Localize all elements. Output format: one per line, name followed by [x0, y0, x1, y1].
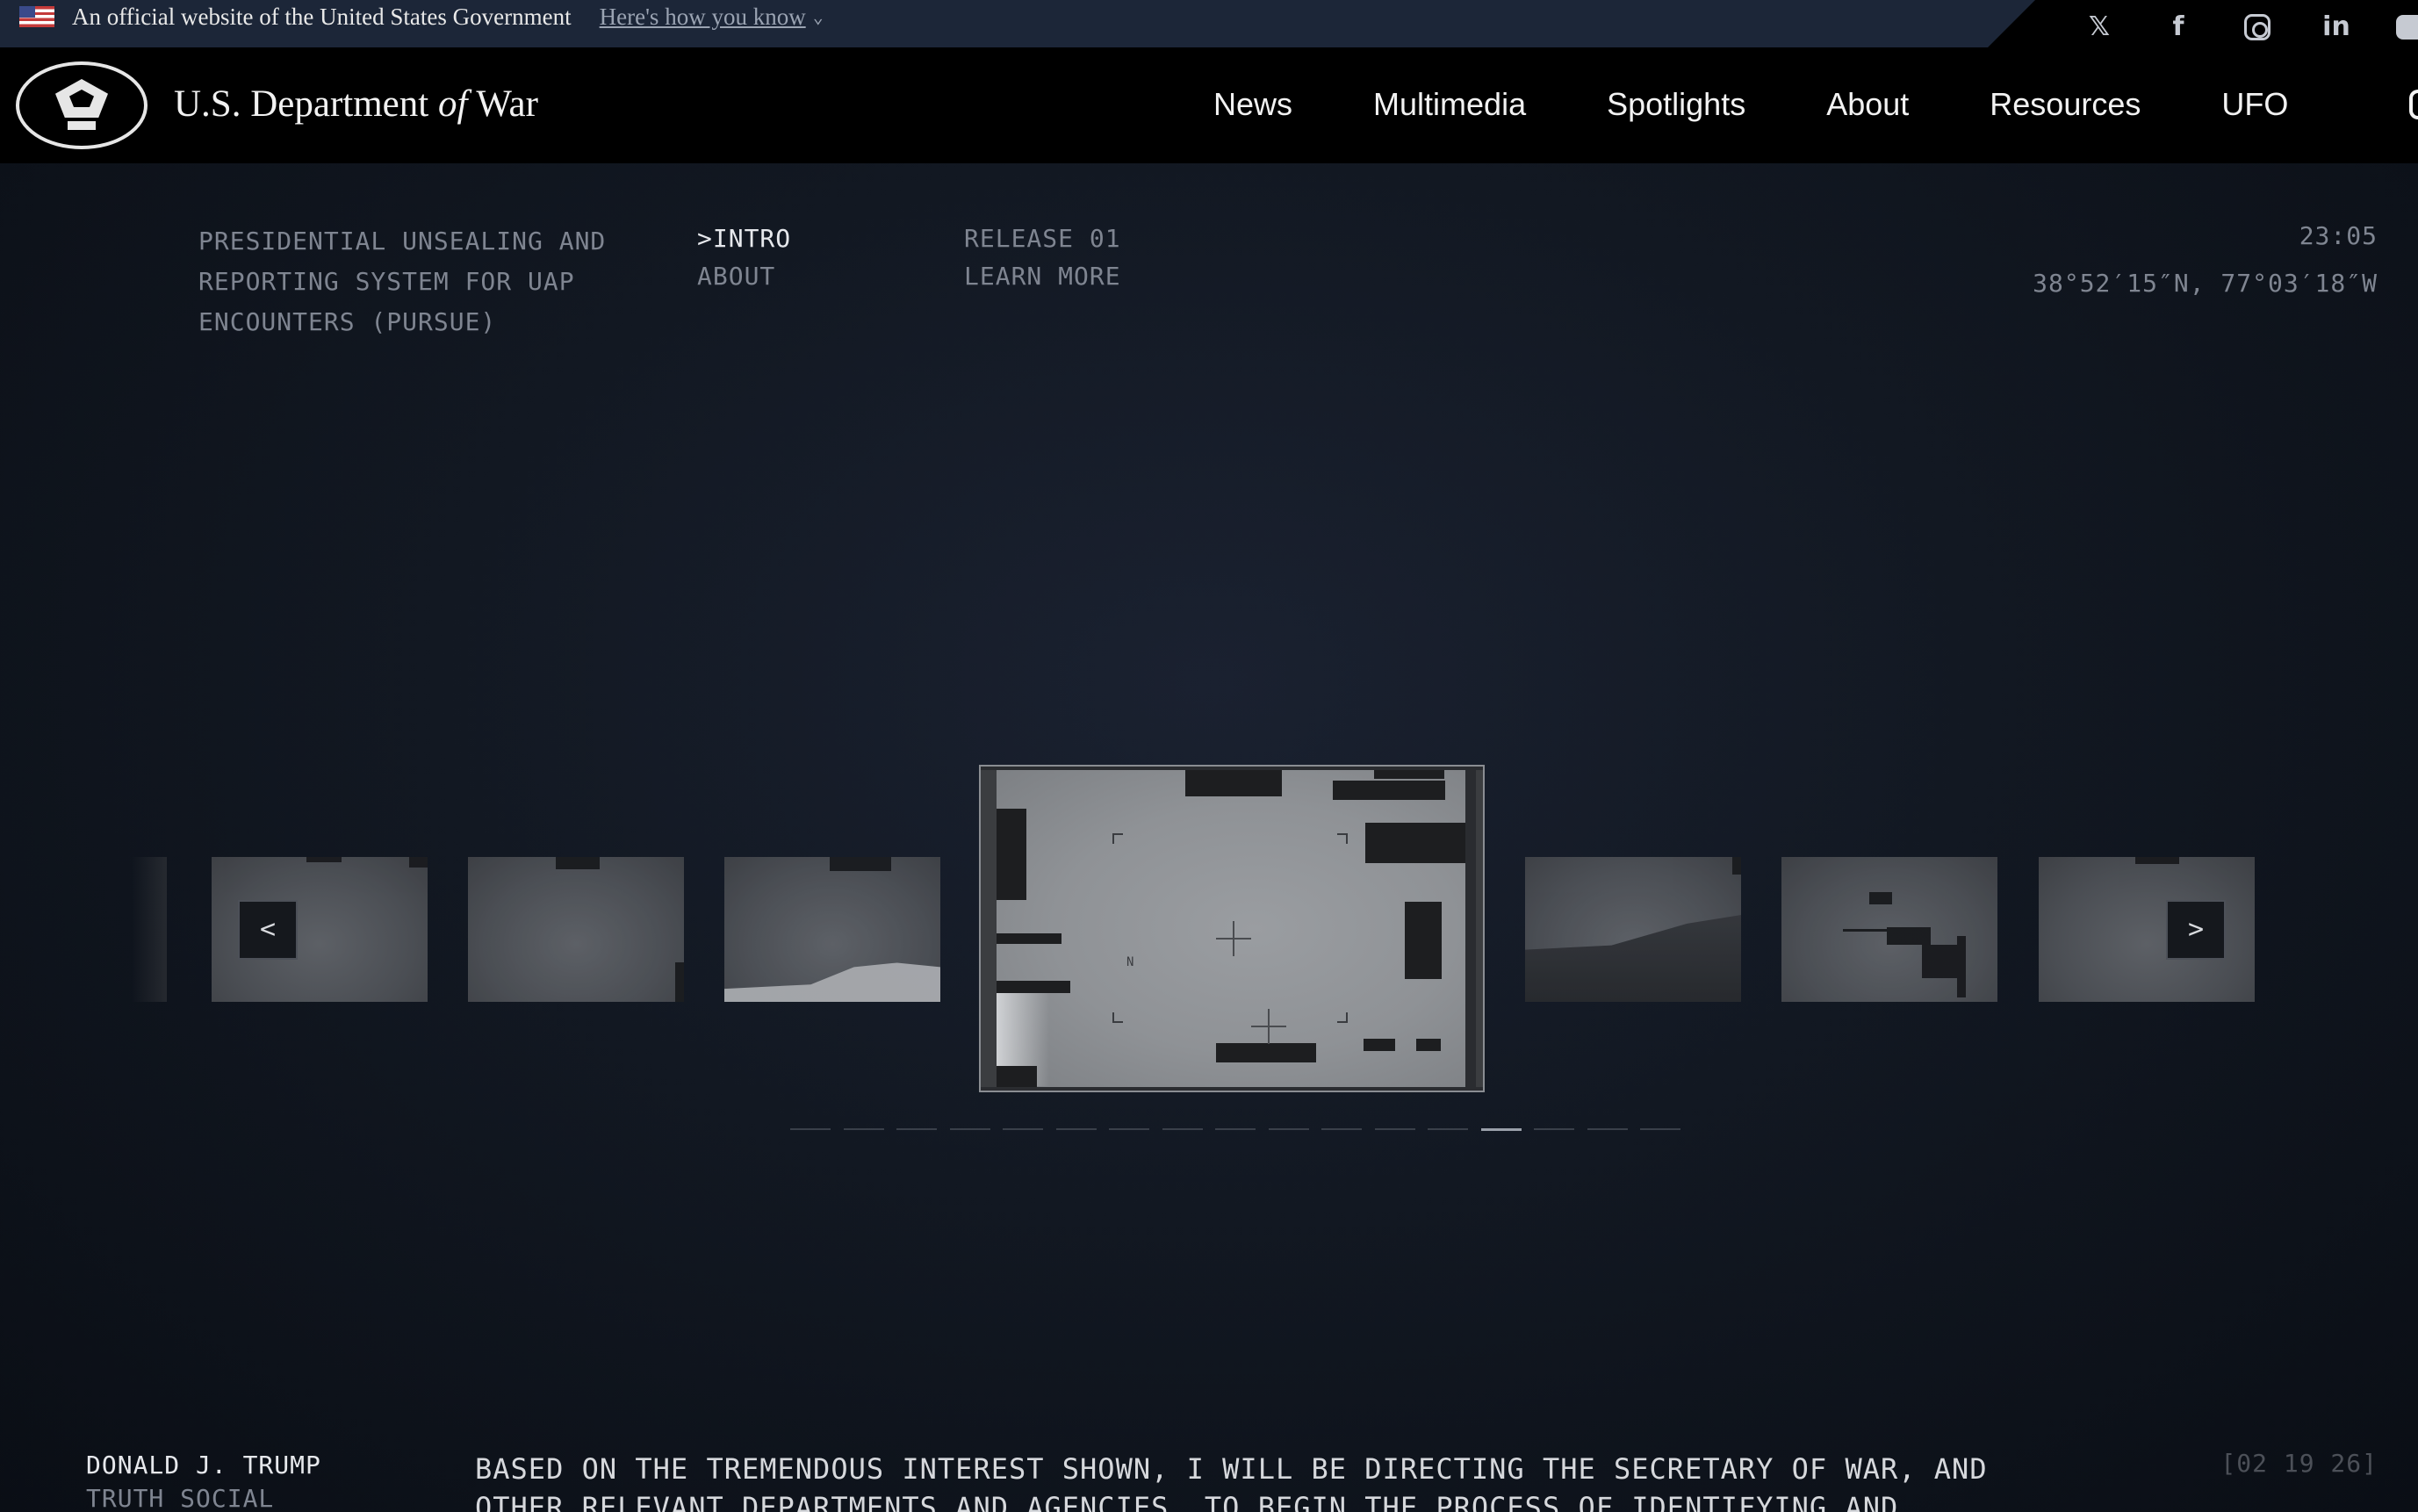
- carousel-dot[interactable]: [1374, 1128, 1415, 1130]
- main-slide-label: N: [1126, 955, 1135, 969]
- intro-nav: >INTRO ABOUT: [697, 220, 791, 295]
- carousel-main-slide[interactable]: N: [979, 765, 1485, 1092]
- site-title[interactable]: U.S. Department of War: [174, 83, 538, 126]
- nav-item-about[interactable]: About: [1826, 86, 1909, 130]
- carousel-dot[interactable]: [949, 1128, 990, 1130]
- carousel-dot[interactable]: [1109, 1128, 1149, 1130]
- chevron-down-icon[interactable]: ⌄: [813, 6, 824, 27]
- about-link[interactable]: ABOUT: [697, 257, 791, 295]
- gov-banner-left: An official website of the United States…: [19, 0, 824, 33]
- intro-link[interactable]: >INTRO: [697, 220, 791, 257]
- quote-text: BASED ON THE TREMENDOUS INTEREST SHOWN, …: [475, 1452, 1988, 1512]
- crosshair-icon: [1216, 921, 1251, 956]
- site-title-pre: U.S. Department: [174, 83, 438, 125]
- carousel-dot[interactable]: [1534, 1128, 1574, 1130]
- pursue-title: PRESIDENTIAL UNSEALING AND REPORTING SYS…: [198, 227, 607, 336]
- carousel-prev-button[interactable]: <: [238, 900, 298, 960]
- carousel-dot[interactable]: [896, 1128, 937, 1130]
- site-header: U.S. Department of War News Multimedia S…: [0, 47, 2418, 163]
- quote-source: TRUTH SOCIAL: [86, 1484, 275, 1512]
- learn-more-link[interactable]: LEARN MORE: [964, 257, 1121, 295]
- release-nav: RELEASE 01 LEARN MORE: [964, 220, 1121, 295]
- carousel-dot[interactable]: [1215, 1128, 1256, 1130]
- carousel-dot[interactable]: [1640, 1128, 1680, 1130]
- nav-item-multimedia[interactable]: Multimedia: [1373, 86, 1526, 130]
- carousel-dot[interactable]: [843, 1128, 884, 1130]
- main-slide-image: N: [997, 770, 1465, 1087]
- nav-item-spotlights[interactable]: Spotlights: [1607, 86, 1745, 130]
- nav-item-ufo[interactable]: UFO: [2221, 86, 2288, 130]
- nav-item-news[interactable]: News: [1213, 86, 1292, 130]
- carousel-thumbnail-3[interactable]: [724, 857, 940, 1002]
- carousel-dot[interactable]: [1428, 1128, 1468, 1130]
- carousel-dot[interactable]: [1587, 1128, 1628, 1130]
- carousel-dot[interactable]: [1321, 1128, 1362, 1130]
- gov-banner-text: An official website of the United States…: [72, 3, 572, 30]
- gov-banner: An official website of the United States…: [0, 0, 2418, 47]
- us-flag-icon: [19, 6, 54, 27]
- social-links: 𝕏 f in: [1988, 0, 2418, 47]
- carousel-thumbnail-4[interactable]: [1525, 857, 1741, 1002]
- site-title-of: of: [437, 83, 468, 125]
- carousel-thumbnail-5[interactable]: [1781, 857, 1997, 1002]
- nav-item-resources[interactable]: Resources: [1990, 86, 2141, 130]
- youtube-icon[interactable]: [2396, 12, 2418, 42]
- carousel-thumbnail-2[interactable]: [468, 857, 684, 1002]
- carousel-edge-fade: [132, 857, 167, 1002]
- x-twitter-icon[interactable]: 𝕏: [2084, 12, 2114, 42]
- site-title-post: War: [467, 83, 538, 125]
- search-icon[interactable]: [2409, 90, 2418, 119]
- facebook-icon[interactable]: f: [2163, 12, 2193, 42]
- release-link[interactable]: RELEASE 01: [964, 220, 1121, 257]
- carousel-dot[interactable]: [1268, 1128, 1309, 1130]
- carousel-next-button[interactable]: >: [2166, 900, 2226, 960]
- carousel-dot[interactable]: [1162, 1128, 1203, 1130]
- quote-author: DONALD J. TRUMP: [86, 1451, 321, 1480]
- main-nav: News Multimedia Spotlights About Resourc…: [1213, 86, 2369, 130]
- how-you-know-link[interactable]: Here's how you know: [600, 4, 806, 31]
- main-slide-left-strip: [981, 770, 997, 1087]
- clock-time: 23:05: [2299, 221, 2378, 250]
- carousel-dot[interactable]: [1003, 1128, 1043, 1130]
- carousel-dot[interactable]: [790, 1128, 831, 1130]
- linkedin-icon[interactable]: in: [2321, 12, 2351, 42]
- carousel-dot[interactable]: [1055, 1128, 1097, 1130]
- carousel-pagination: [790, 1128, 1694, 1132]
- coordinates: 38°52′15″N, 77°03′18″W: [2033, 269, 2378, 298]
- department-seal-logo[interactable]: [16, 61, 148, 149]
- quote-author-block: DONALD J. TRUMP TRUTH SOCIAL: [86, 1449, 321, 1512]
- quote-date: [02 19 26]: [2220, 1449, 2378, 1478]
- carousel-dot[interactable]: [1480, 1128, 1522, 1131]
- instagram-icon[interactable]: [2242, 12, 2272, 42]
